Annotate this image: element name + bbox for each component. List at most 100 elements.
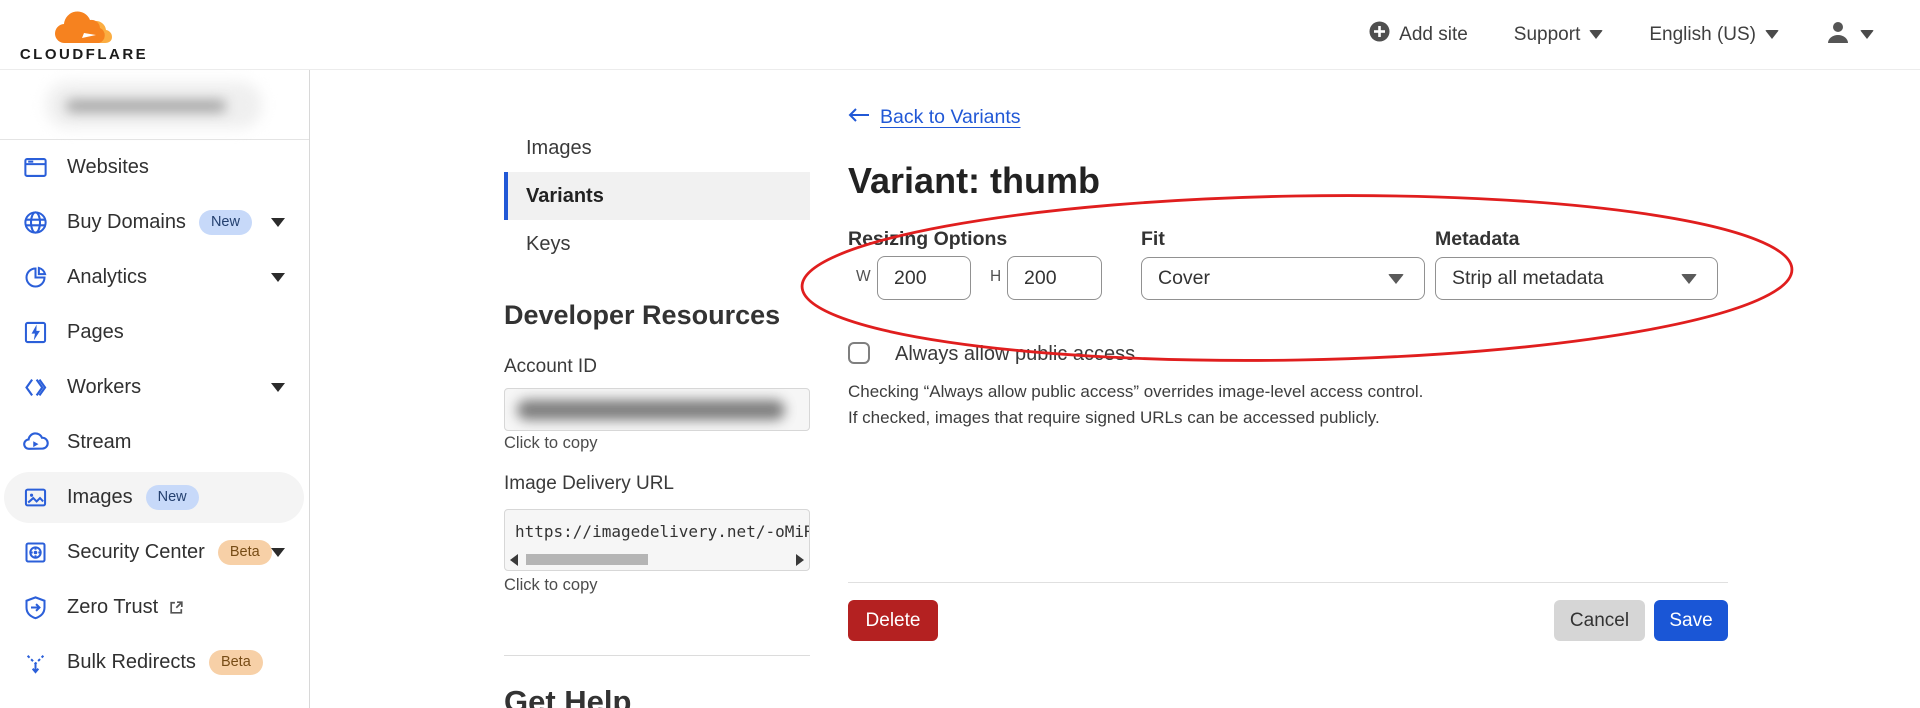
- shield-arrow-icon: [21, 594, 49, 622]
- always-allow-public-access-checkbox[interactable]: [848, 342, 870, 364]
- user-avatar-icon: [1825, 19, 1851, 51]
- cloudflare-dashboard-page: CLOUDFLARE Add site Support English (US): [0, 0, 1920, 708]
- sidebar-item-label: Security Center: [67, 541, 205, 564]
- chevron-down-icon[interactable]: [271, 218, 285, 227]
- cancel-button[interactable]: Cancel: [1554, 600, 1645, 641]
- sidebar-item-bulk-redirects[interactable]: Bulk Redirects Beta: [0, 635, 309, 690]
- always-allow-public-access-label: Always allow public access: [895, 343, 1135, 366]
- pie-chart-icon: [21, 264, 49, 292]
- security-vault-icon: [21, 539, 49, 567]
- horizontal-scrollbar[interactable]: [510, 553, 804, 566]
- image-delivery-url-box[interactable]: https://imagedelivery.net/-oMiRxTr: [504, 509, 810, 571]
- account-id-redacted-value: [517, 400, 785, 420]
- sidebar-item-analytics[interactable]: Analytics: [0, 250, 309, 305]
- subnav-tab-label: Keys: [526, 233, 570, 256]
- divider: [848, 582, 1728, 583]
- chevron-down-icon: [1860, 30, 1874, 39]
- language-label: English (US): [1649, 24, 1756, 46]
- user-account-menu[interactable]: [1825, 19, 1874, 51]
- scrollbar-thumb[interactable]: [526, 554, 648, 565]
- width-input[interactable]: [877, 256, 971, 300]
- scroll-right-arrow-icon[interactable]: [796, 554, 804, 566]
- subnav-tab-keys[interactable]: Keys: [504, 220, 810, 268]
- sidebar-item-workers[interactable]: Workers: [0, 360, 309, 415]
- account-id-label: Account ID: [504, 356, 597, 378]
- left-arrow-icon: [848, 106, 870, 129]
- top-bar: CLOUDFLARE Add site Support English (US): [0, 0, 1920, 70]
- subnav-tab-label: Images: [526, 137, 592, 160]
- back-link-label: Back to Variants: [880, 106, 1021, 129]
- get-help-title: Get Help: [504, 684, 631, 708]
- height-label: H: [990, 268, 1001, 286]
- resizing-options-label: Resizing Options: [848, 228, 1007, 251]
- sidebar-item-label: Websites: [67, 156, 149, 179]
- scroll-left-arrow-icon[interactable]: [510, 554, 518, 566]
- image-delivery-copy-hint: Click to copy: [504, 576, 598, 595]
- account-id-copy-hint: Click to copy: [504, 434, 598, 453]
- subnav-tab-label: Variants: [526, 185, 604, 208]
- account-name-redacted[interactable]: [0, 70, 309, 140]
- new-badge: New: [199, 210, 252, 235]
- sidebar-item-label: Zero Trust: [67, 596, 158, 619]
- logo-wordmark: CLOUDFLARE: [20, 46, 148, 63]
- sidebar-item-label: Workers: [67, 376, 141, 399]
- cloudflare-cloud-icon: [52, 7, 116, 50]
- sidebar-item-security-center[interactable]: Security Center Beta: [0, 525, 309, 580]
- chevron-down-icon: [1681, 274, 1697, 284]
- add-site-button[interactable]: Add site: [1369, 21, 1468, 48]
- chevron-down-icon[interactable]: [271, 273, 285, 282]
- account-name-blur-text: [66, 100, 226, 112]
- subnav-tab-variants[interactable]: Variants: [504, 172, 810, 220]
- chevron-down-icon: [1388, 274, 1404, 284]
- cloud-play-icon: [21, 429, 49, 457]
- back-to-variants-link[interactable]: Back to Variants: [848, 106, 1021, 129]
- image-delivery-url-value: https://imagedelivery.net/-oMiRxTr: [505, 510, 809, 541]
- sidebar-item-websites[interactable]: Websites: [0, 140, 309, 195]
- fit-select[interactable]: Cover: [1141, 257, 1425, 300]
- angle-brackets-icon: [21, 374, 49, 402]
- chevron-down-icon: [1765, 30, 1779, 39]
- sidebar-item-label: Stream: [67, 431, 131, 454]
- account-id-copy-box[interactable]: [504, 388, 810, 431]
- width-label: W: [856, 268, 871, 286]
- fit-label: Fit: [1141, 228, 1165, 251]
- browser-window-icon: [21, 154, 49, 182]
- chevron-down-icon[interactable]: [271, 548, 285, 557]
- plus-circle-icon: [1369, 21, 1390, 48]
- sidebar-item-label: Bulk Redirects: [67, 651, 196, 674]
- external-link-icon: [168, 599, 185, 616]
- sidebar-item-label: Buy Domains: [67, 211, 186, 234]
- sidebar-item-images[interactable]: Images New: [0, 470, 309, 525]
- save-button[interactable]: Save: [1654, 600, 1728, 641]
- metadata-select[interactable]: Strip all metadata: [1435, 257, 1718, 300]
- support-label: Support: [1514, 24, 1581, 46]
- globe-icon: [21, 209, 49, 237]
- sidebar-item-buy-domains[interactable]: Buy Domains New: [0, 195, 309, 250]
- sidebar-item-stream[interactable]: Stream: [0, 415, 309, 470]
- sidebar: Websites Buy Domains New Analytics Pages: [0, 70, 310, 708]
- chevron-down-icon[interactable]: [271, 383, 285, 392]
- funnel-icon: [21, 649, 49, 677]
- sidebar-item-zero-trust[interactable]: Zero Trust: [0, 580, 309, 635]
- developer-resources-title: Developer Resources: [504, 300, 780, 331]
- cloudflare-logo[interactable]: CLOUDFLARE: [18, 7, 150, 63]
- metadata-selected-value: Strip all metadata: [1452, 267, 1604, 290]
- delete-button[interactable]: Delete: [848, 600, 938, 641]
- image-delivery-url-label: Image Delivery URL: [504, 473, 674, 495]
- chevron-down-icon: [1589, 30, 1603, 39]
- public-access-help-text: Checking “Always allow public access” ov…: [848, 379, 1423, 431]
- image-icon: [21, 484, 49, 512]
- language-menu[interactable]: English (US): [1649, 24, 1779, 46]
- help-line-1: Checking “Always allow public access” ov…: [848, 379, 1423, 405]
- help-line-2: If checked, images that require signed U…: [848, 405, 1423, 431]
- top-nav: Add site Support English (US): [1369, 19, 1874, 51]
- lightning-page-icon: [21, 319, 49, 347]
- add-site-label: Add site: [1399, 24, 1468, 46]
- new-badge: New: [146, 485, 199, 510]
- divider: [504, 655, 810, 656]
- height-input[interactable]: [1007, 256, 1102, 300]
- support-menu[interactable]: Support: [1514, 24, 1604, 46]
- variant-editor-panel: Back to Variants Variant: thumb Resizing…: [848, 70, 1728, 708]
- subnav-tab-images[interactable]: Images: [504, 124, 810, 172]
- sidebar-item-pages[interactable]: Pages: [0, 305, 309, 360]
